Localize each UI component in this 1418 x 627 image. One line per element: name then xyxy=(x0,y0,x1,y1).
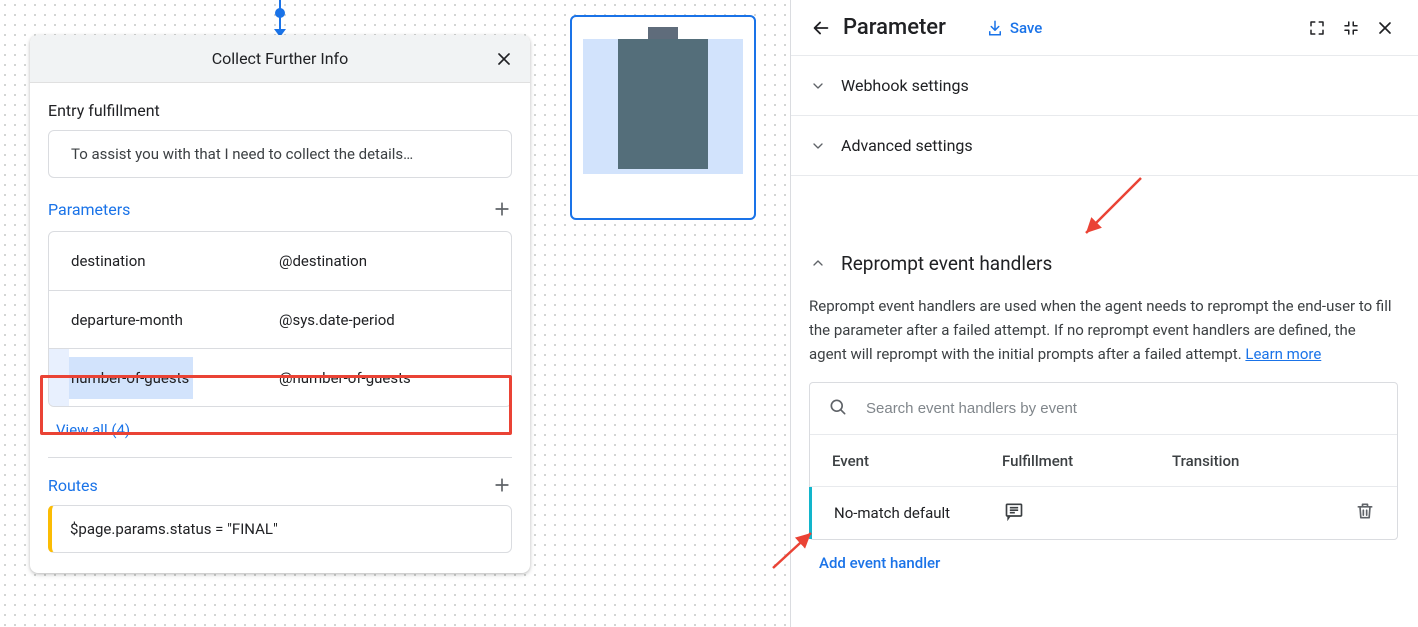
entry-fulfillment-section: Entry fulfillment To assist you with tha… xyxy=(30,83,530,178)
learn-more-link[interactable]: Learn more xyxy=(1245,345,1321,363)
entry-fulfillment-label: Entry fulfillment xyxy=(48,95,512,130)
add-parameter-button[interactable] xyxy=(492,199,512,225)
parameters-section: Parameters destination @destination depa… xyxy=(30,182,530,458)
fullscreen-exit-icon xyxy=(1342,19,1360,37)
reprompt-description: Reprompt event handlers are used when th… xyxy=(809,290,1398,378)
back-button[interactable] xyxy=(807,14,835,42)
drawer-header: Parameter Save xyxy=(791,0,1418,56)
drawer-title: Parameter xyxy=(843,15,946,40)
thumbnail-inner xyxy=(618,39,708,169)
thumbnail-body xyxy=(583,39,743,174)
fulfillment-text-icon xyxy=(1004,501,1024,525)
parameter-drawer: Parameter Save Webhook settings Advanced… xyxy=(790,0,1418,627)
close-icon xyxy=(494,49,514,69)
trash-icon xyxy=(1355,501,1375,521)
event-handler-search-row xyxy=(810,383,1397,435)
parameter-name: destination xyxy=(49,252,279,270)
thumbnail-header xyxy=(648,27,678,39)
parameter-entity: @destination xyxy=(279,252,511,270)
event-handler-row[interactable]: No-match default xyxy=(809,487,1397,539)
arrow-left-icon xyxy=(810,17,832,39)
entry-fulfillment-text[interactable]: To assist you with that I need to collec… xyxy=(48,130,512,178)
fullscreen-exit-button[interactable] xyxy=(1334,11,1368,45)
connector-line xyxy=(279,0,281,35)
plus-icon xyxy=(492,199,512,219)
delete-handler-button[interactable] xyxy=(1355,501,1375,525)
chevron-down-icon xyxy=(809,77,827,95)
save-label: Save xyxy=(1010,19,1042,37)
advanced-settings-row[interactable]: Advanced settings xyxy=(791,116,1418,176)
routes-label[interactable]: Routes xyxy=(48,470,98,505)
event-handler-table: Event Fulfillment Transition No-match de… xyxy=(809,382,1398,540)
advanced-settings-label: Advanced settings xyxy=(841,136,973,155)
route-condition[interactable]: $page.params.status = "FINAL" xyxy=(48,505,512,553)
reprompt-title: Reprompt event handlers xyxy=(841,252,1052,275)
parameter-entity: @number-of-guests xyxy=(279,369,511,387)
event-handler-table-header: Event Fulfillment Transition xyxy=(810,435,1397,487)
reprompt-section: Reprompt event handlers Reprompt event h… xyxy=(791,236,1418,586)
page-editor-header: Collect Further Info xyxy=(30,35,530,83)
save-icon xyxy=(986,19,1004,37)
event-handler-search-input[interactable] xyxy=(866,400,1379,417)
fullscreen-enter-icon xyxy=(1308,19,1326,37)
event-name: No-match default xyxy=(834,504,1004,522)
spacer xyxy=(791,176,1418,236)
parameter-row[interactable]: departure-month @sys.date-period xyxy=(49,290,511,348)
parameter-row-selected[interactable]: number-of-guests @number-of-guests xyxy=(49,348,511,406)
plus-icon xyxy=(492,475,512,495)
fullscreen-enter-button[interactable] xyxy=(1300,11,1334,45)
parameters-label[interactable]: Parameters xyxy=(48,194,130,229)
parameter-entity: @sys.date-period xyxy=(279,311,511,329)
th-event: Event xyxy=(832,452,1002,470)
chevron-up-icon xyxy=(809,254,827,272)
webhook-settings-row[interactable]: Webhook settings xyxy=(791,56,1418,116)
save-button[interactable]: Save xyxy=(986,19,1042,37)
chevron-down-icon xyxy=(809,137,827,155)
th-fulfillment: Fulfillment xyxy=(1002,452,1172,470)
add-route-button[interactable] xyxy=(492,475,512,501)
add-event-handler-link[interactable]: Add event handler xyxy=(809,540,950,586)
page-thumbnail[interactable] xyxy=(570,15,756,220)
parameter-row[interactable]: destination @destination xyxy=(49,232,511,290)
th-transition: Transition xyxy=(1172,452,1375,470)
webhook-settings-label: Webhook settings xyxy=(841,76,969,95)
parameter-name: number-of-guests xyxy=(69,357,193,399)
close-icon xyxy=(1375,18,1395,38)
parameter-list: destination @destination departure-month… xyxy=(48,231,512,407)
parameter-name: departure-month xyxy=(49,311,279,329)
page-title: Collect Further Info xyxy=(212,49,348,68)
routes-section: Routes $page.params.status = "FINAL" xyxy=(30,458,530,573)
view-all-parameters-link[interactable]: View all (4) xyxy=(48,407,138,453)
close-drawer-button[interactable] xyxy=(1368,11,1402,45)
search-icon xyxy=(828,397,848,421)
flow-canvas[interactable]: Collect Further Info Entry fulfillment T… xyxy=(0,0,790,627)
page-editor-card: Collect Further Info Entry fulfillment T… xyxy=(30,35,530,573)
reprompt-header[interactable]: Reprompt event handlers xyxy=(809,236,1398,290)
close-button[interactable] xyxy=(488,43,520,75)
